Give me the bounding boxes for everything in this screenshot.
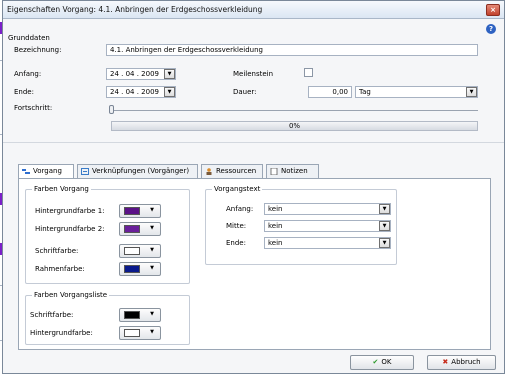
abbruch-button-label: Abbruch (451, 358, 481, 366)
liste-schriftfarbe-label: Schriftfarbe: (30, 311, 74, 319)
farben-vorgang-title: Farben Vorgang (32, 185, 91, 193)
tab-vorgang[interactable]: Vorgang (18, 164, 74, 179)
dropdown-arrow-icon: ▼ (150, 247, 154, 253)
help-icon[interactable]: ? (486, 24, 496, 34)
dauer-unit-dropdown-arrow-icon[interactable]: ▼ (466, 87, 477, 97)
notes-icon (270, 168, 278, 175)
dropdown-arrow-icon: ▼ (150, 311, 154, 317)
ende-date-field[interactable]: 24 . 04 . 2009 ▼ (106, 86, 176, 98)
resources-icon (206, 168, 212, 175)
fortschritt-progress-bar: 0% (111, 121, 478, 131)
cancel-x-icon: ✖ (442, 358, 449, 366)
farben-vorgangsliste-title: Farben Vorgangsliste (32, 291, 110, 299)
task-properties-dialog: Eigenschaften Vorgang: 4.1. Anbringen de… (2, 0, 505, 374)
anfang-date-value: 24 . 04 . 2009 (110, 70, 159, 78)
bezeichnung-label: Bezeichnung: (14, 46, 62, 54)
tab-verknuepfungen[interactable]: Verknüpfungen (Vorgänger) (77, 164, 198, 178)
fortschritt-slider-handle[interactable] (109, 105, 114, 114)
liste-schriftfarbe-color-picker[interactable]: ▼ (119, 308, 161, 322)
vorgangstext-mitte-label: Mitte: (226, 222, 247, 230)
schriftfarbe-label: Schriftfarbe: (35, 247, 79, 255)
tab-verknuepfungen-label: Verknüpfungen (Vorgänger) (92, 167, 190, 175)
hintergrundfarbe1-label: Hintergrundfarbe 1: (35, 207, 105, 215)
bezeichnung-input[interactable]: 4.1. Anbringen der Erdgeschossverkleidun… (106, 44, 478, 56)
tab-ressourcen[interactable]: Ressourcen (201, 164, 263, 178)
liste-hintergrundfarbe-color-picker[interactable]: ▼ (119, 326, 161, 340)
tab-ressourcen-label: Ressourcen (216, 167, 257, 175)
dropdown-arrow-icon: ▼ (150, 265, 154, 271)
tab-notizen-label: Notizen (281, 167, 308, 175)
vorgangstext-group: Vorgangstext Anfang: kein ▼ Mitte: kein … (205, 185, 397, 265)
fortschritt-slider-track[interactable] (111, 110, 478, 111)
close-button[interactable]: × (486, 4, 500, 16)
link-icon (81, 168, 89, 175)
title-bar: Eigenschaften Vorgang: 4.1. Anbringen de… (3, 1, 504, 19)
vorgangstext-title: Vorgangstext (212, 185, 263, 193)
hintergrundfarbe2-color-picker[interactable]: ▼ (119, 222, 161, 236)
dauer-label: Dauer: (233, 88, 257, 96)
meilenstein-label: Meilenstein (233, 70, 274, 78)
liste-hintergrundfarbe-swatch (124, 329, 140, 337)
hintergrundfarbe2-label: Hintergrundfarbe 2: (35, 225, 105, 233)
dropdown-arrow-icon[interactable]: ▼ (379, 204, 390, 214)
vorgangstext-ende-value: kein (268, 239, 283, 247)
liste-schriftfarbe-swatch (124, 311, 140, 319)
tab-panel-vorgang: Farben Vorgang Hintergrundfarbe 1: ▼ Hin… (18, 178, 491, 350)
abbruch-button[interactable]: ✖ Abbruch (427, 355, 496, 370)
vorgangstext-mitte-select[interactable]: kein ▼ (264, 220, 391, 232)
anfang-date-field[interactable]: 24 . 04 . 2009 ▼ (106, 68, 176, 80)
vorgangstext-ende-select[interactable]: kein ▼ (264, 237, 391, 249)
farben-vorgang-group: Farben Vorgang Hintergrundfarbe 1: ▼ Hin… (25, 185, 190, 284)
dropdown-arrow-icon: ▼ (150, 207, 154, 213)
vorgangstext-anfang-label: Anfang: (226, 205, 254, 213)
fortschritt-label: Fortschritt: (14, 104, 53, 112)
vorgangstext-anfang-select[interactable]: kein ▼ (264, 203, 391, 215)
farben-vorgangsliste-group: Farben Vorgangsliste Schriftfarbe: ▼ Hin… (25, 291, 190, 345)
vorgangstext-mitte-value: kein (268, 222, 283, 230)
dropdown-arrow-icon: ▼ (150, 225, 154, 231)
anfang-label: Anfang: (14, 70, 42, 78)
ok-button[interactable]: ✔ OK (350, 355, 414, 370)
rahmenfarbe-swatch (124, 265, 140, 273)
task-icon (22, 169, 30, 174)
meilenstein-checkbox[interactable] (304, 68, 313, 77)
liste-hintergrundfarbe-label: Hintergrundfarbe: (30, 329, 93, 337)
hintergrundfarbe1-color-picker[interactable]: ▼ (119, 204, 161, 218)
schriftfarbe-color-picker[interactable]: ▼ (119, 244, 161, 258)
window-title: Eigenschaften Vorgang: 4.1. Anbringen de… (7, 5, 263, 14)
ende-date-value: 24 . 04 . 2009 (110, 88, 159, 96)
ok-button-label: OK (381, 358, 392, 366)
ende-dropdown-arrow-icon[interactable]: ▼ (164, 87, 175, 97)
dauer-unit-select[interactable]: Tag ▼ (355, 86, 478, 98)
rahmenfarbe-label: Rahmenfarbe: (35, 265, 85, 273)
dauer-unit-value: Tag (359, 88, 371, 96)
tab-notizen[interactable]: Notizen (266, 164, 319, 178)
dropdown-arrow-icon[interactable]: ▼ (379, 238, 390, 248)
tab-vorgang-label: Vorgang (33, 167, 62, 175)
hintergrundfarbe2-swatch (124, 225, 140, 233)
schriftfarbe-swatch (124, 247, 140, 255)
dropdown-arrow-icon[interactable]: ▼ (379, 221, 390, 231)
checkmark-icon: ✔ (372, 358, 379, 366)
vorgangstext-anfang-value: kein (268, 205, 283, 213)
hintergrundfarbe1-swatch (124, 207, 140, 215)
dropdown-arrow-icon: ▼ (150, 329, 154, 335)
divider (3, 142, 504, 143)
ende-label: Ende: (14, 88, 34, 96)
rahmenfarbe-color-picker[interactable]: ▼ (119, 262, 161, 276)
vorgangstext-ende-label: Ende: (226, 239, 246, 247)
anfang-dropdown-arrow-icon[interactable]: ▼ (164, 69, 175, 79)
grunddaten-section-label: Grunddaten (8, 34, 50, 42)
dauer-input[interactable]: 0,00 (308, 86, 352, 98)
